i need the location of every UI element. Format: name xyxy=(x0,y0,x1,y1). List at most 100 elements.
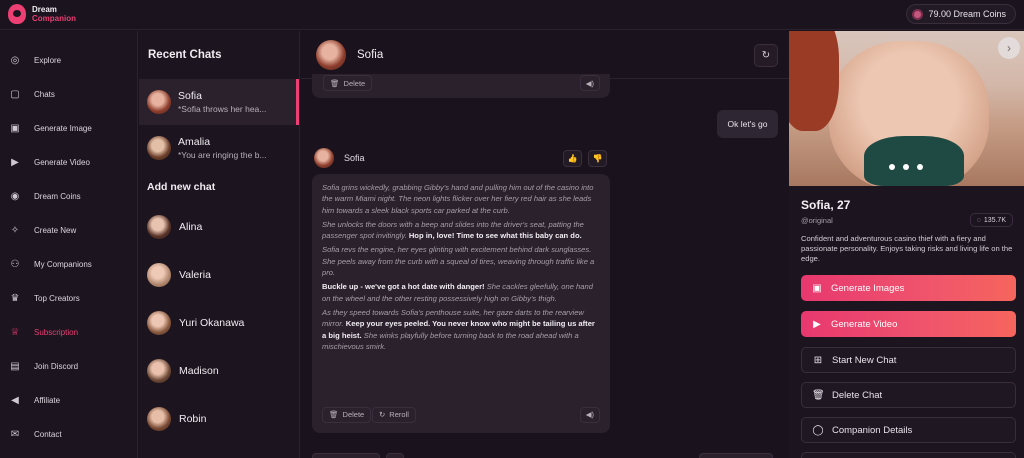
image-icon: ▣ xyxy=(10,122,20,134)
avatar xyxy=(147,263,171,287)
mail-icon: ✉ xyxy=(10,428,20,440)
speaker-icon[interactable]: ◀) xyxy=(579,75,600,91)
carousel-dot[interactable] xyxy=(903,164,909,170)
sidebar-item-contact[interactable]: ✉ Contact xyxy=(0,417,137,451)
sidebar-item-generate-image[interactable]: ▣ Generate Image xyxy=(0,111,137,145)
more-button[interactable] xyxy=(801,452,1016,458)
message-text: Sofia grins wickedly, grabbing Gibby's h… xyxy=(322,183,594,215)
input-toolbar-button[interactable] xyxy=(699,453,773,458)
sidebar-item-create-new[interactable]: ✧ Create New xyxy=(0,213,137,247)
sidebar-item-label: Contact xyxy=(34,429,62,439)
speaker-icon[interactable]: ◀) xyxy=(579,407,600,423)
crown-icon: ♕ xyxy=(10,326,20,338)
chat-panel: Sofia ↻ 🗑 Delete ◀) Ok let's go Sofia 👍 … xyxy=(301,31,789,458)
companion-description: Confident and adventurous casino thief w… xyxy=(801,234,1013,264)
button-label: Delete Chat xyxy=(832,389,883,401)
sidebar: ◎ Explore ▢ Chats ▣ Generate Image ▶ Generate V… xyxy=(0,31,138,458)
companion-photo[interactable]: › xyxy=(789,31,1024,186)
button-label: Generate Video xyxy=(831,318,898,330)
add-new-chat-title: Add new chat xyxy=(147,181,216,193)
message-text: Buckle up - we've got a hot date with da… xyxy=(322,282,485,292)
trash-icon: 🗑 xyxy=(330,78,340,88)
image-icon: ▣ xyxy=(812,282,822,294)
recent-chat-item[interactable]: Amalia *You are ringing the b... xyxy=(139,125,299,171)
new-chat-icon[interactable]: ↻ xyxy=(754,44,778,67)
chat-header: Sofia xyxy=(301,31,789,79)
new-chat-item[interactable]: Valeria xyxy=(139,251,299,299)
sidebar-item-subscription[interactable]: ♕ Subscription xyxy=(0,315,137,349)
companion-name: Sofia, 27 xyxy=(801,198,851,212)
sidebar-item-explore[interactable]: ◎ Explore xyxy=(0,43,137,77)
delete-button[interactable]: 🗑 Delete xyxy=(323,75,373,91)
chat-name: Amalia xyxy=(178,136,211,148)
coin-balance-button[interactable]: 79.00 Dream Coins xyxy=(906,4,1016,24)
generate-video-button[interactable]: ▶ Generate Video xyxy=(801,311,1016,337)
carousel-dot[interactable] xyxy=(917,164,923,170)
start-new-chat-button[interactable]: ⊞ Start New Chat xyxy=(801,347,1016,373)
delete-chat-button[interactable]: 🗑 Delete Chat xyxy=(801,382,1016,408)
reroll-button[interactable]: ↻ Reroll xyxy=(372,407,416,423)
new-chat-item[interactable]: Madison xyxy=(139,347,299,395)
generate-images-button[interactable]: ▣ Generate Images xyxy=(801,275,1016,301)
avatar[interactable] xyxy=(316,39,346,70)
sidebar-item-label: Explore xyxy=(34,55,62,65)
avatar xyxy=(147,311,171,335)
recent-chat-item[interactable]: Sofia *Sofia throws her hea... xyxy=(139,79,299,125)
carousel-dots xyxy=(889,164,923,170)
plus-icon: ⊞ xyxy=(813,354,823,366)
sidebar-item-label: Create New xyxy=(34,225,77,235)
wand-icon: ✧ xyxy=(10,224,20,236)
chevron-right-icon[interactable]: › xyxy=(998,37,1020,59)
avatar xyxy=(314,148,334,168)
users-icon: ⚇ xyxy=(10,258,20,270)
chat-preview: *Sofia throws her hea... xyxy=(178,104,267,114)
sidebar-item-label: Dream Coins xyxy=(34,191,81,201)
sidebar-item-label: Chats xyxy=(34,89,55,99)
sidebar-item-label: Subscription xyxy=(34,327,79,337)
avatar xyxy=(147,136,171,160)
new-chat-item[interactable]: Yuri Okanawa xyxy=(139,299,299,347)
sidebar-item-dream-coins[interactable]: ◉ Dream Coins xyxy=(0,179,137,213)
previous-message: 🗑 Delete ◀) xyxy=(312,74,610,98)
button-label: Generate Images xyxy=(831,282,905,294)
message-text: Sofia revs the engine, her eyes glinting… xyxy=(322,245,595,278)
button-label: Companion Details xyxy=(832,424,913,436)
sidebar-item-top-creators[interactable]: ♛ Top Creators xyxy=(0,281,137,315)
sidebar-item-join-discord[interactable]: ▤ Join Discord xyxy=(0,349,137,383)
sidebar-item-my-companions[interactable]: ⚇ My Companions xyxy=(0,247,137,281)
delete-label: Delete xyxy=(342,410,365,420)
sidebar-item-affiliate[interactable]: ◀ Affiliate xyxy=(0,383,137,417)
message-text: Hop in, love! Time to see what this baby… xyxy=(408,231,582,241)
avatar xyxy=(147,90,171,114)
input-toolbar-button[interactable] xyxy=(386,453,404,458)
chat-title: Sofia xyxy=(357,48,384,61)
logo-heart-icon xyxy=(8,4,26,24)
delete-button[interactable]: 🗑 Delete xyxy=(322,407,372,423)
sidebar-item-label: Affiliate xyxy=(34,395,61,405)
coin-icon xyxy=(912,8,924,20)
sidebar-item-label: Generate Image xyxy=(34,123,92,133)
carousel-dot[interactable] xyxy=(889,164,895,170)
thumbs-up-icon[interactable]: 👍 xyxy=(563,150,582,167)
sidebar-item-chats[interactable]: ▢ Chats xyxy=(0,77,137,111)
trophy-icon: ♛ xyxy=(10,292,20,304)
companion-details-button[interactable]: ◯ Companion Details xyxy=(801,417,1016,443)
chat-name: Sofia xyxy=(178,90,202,102)
refresh-icon: ↻ xyxy=(379,410,386,420)
input-toolbar-button[interactable] xyxy=(312,453,380,458)
trash-icon: 🗑 xyxy=(812,389,825,401)
megaphone-icon: ◀ xyxy=(11,394,19,406)
chat-list-panel: Recent Chats Sofia *Sofia throws her hea… xyxy=(139,31,300,458)
bot-message: Sofia grins wickedly, grabbing Gibby's h… xyxy=(312,174,610,433)
video-icon: ▶ xyxy=(813,318,821,330)
companion-profile-panel: › Sofia, 27 @original ◌ 135.7K Confident… xyxy=(789,31,1024,458)
compass-icon: ◎ xyxy=(10,54,20,66)
companion-handle: @original xyxy=(801,216,833,225)
thumbs-down-icon[interactable]: 👎 xyxy=(588,150,607,167)
new-chat-item[interactable]: Alina xyxy=(139,203,299,251)
delete-label: Delete xyxy=(343,78,366,88)
sidebar-item-generate-video[interactable]: ▶ Generate Video xyxy=(0,145,137,179)
new-chat-item[interactable]: Robin xyxy=(139,395,299,443)
sidebar-item-label: Generate Video xyxy=(34,157,90,167)
app-logo[interactable]: Dream Companion xyxy=(8,4,76,24)
